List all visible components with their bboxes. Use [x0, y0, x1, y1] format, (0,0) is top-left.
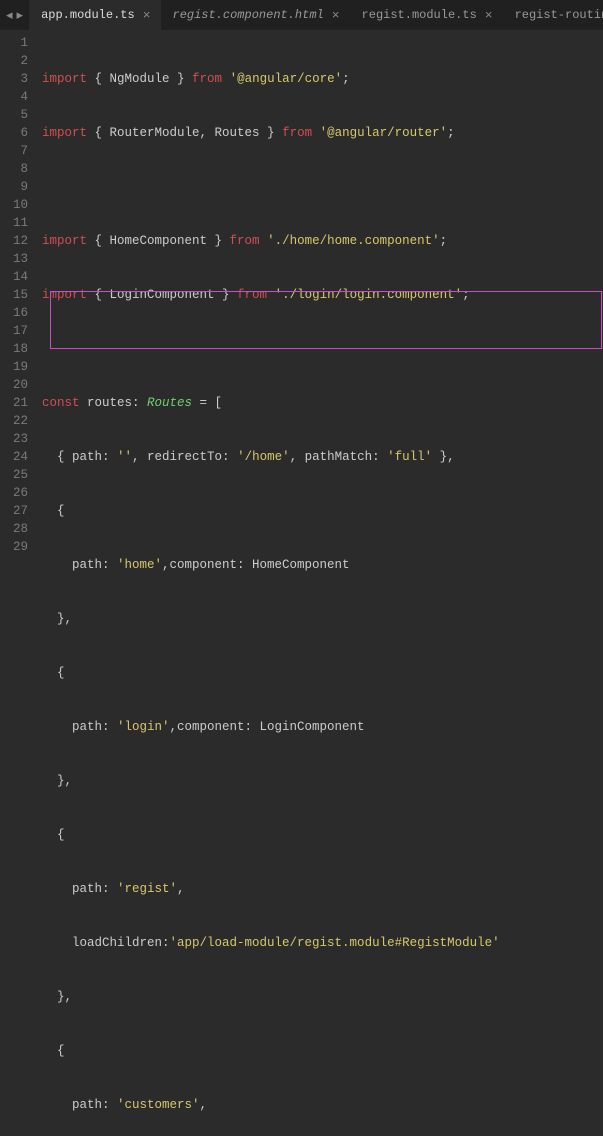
- line-number: 4: [0, 88, 28, 106]
- tab-bar: ◂ ▸ app.module.ts × regist.component.htm…: [0, 0, 603, 30]
- line-number: 6: [0, 124, 28, 142]
- line-number: 26: [0, 484, 28, 502]
- line-number: 1: [0, 34, 28, 52]
- nav-forward-icon[interactable]: ▸: [17, 8, 24, 23]
- tab-regist-routing[interactable]: regist-routing.module.ts: [503, 0, 603, 30]
- tab-regist-component[interactable]: regist.component.html ×: [161, 0, 350, 30]
- line-number: 8: [0, 160, 28, 178]
- close-icon[interactable]: ×: [332, 8, 340, 23]
- line-number: 15: [0, 286, 28, 304]
- line-number: 25: [0, 466, 28, 484]
- nav-arrows: ◂ ▸: [0, 8, 29, 23]
- code-line: const routes: Routes = [: [36, 394, 603, 412]
- line-number: 9: [0, 178, 28, 196]
- code-line: {: [36, 826, 603, 844]
- code-line: [36, 178, 603, 196]
- code-line: import { RouterModule, Routes } from '@a…: [36, 124, 603, 142]
- tab-label: app.module.ts: [41, 8, 135, 22]
- code-line: loadChildren:'app/load-module/regist.mod…: [36, 934, 603, 952]
- code-line: },: [36, 988, 603, 1006]
- code-line: import { NgModule } from '@angular/core'…: [36, 70, 603, 88]
- line-number: 27: [0, 502, 28, 520]
- code-line: import { HomeComponent } from './home/ho…: [36, 232, 603, 250]
- tab-app-module[interactable]: app.module.ts ×: [29, 0, 160, 30]
- tab-label: regist.component.html: [173, 8, 324, 22]
- line-number: 22: [0, 412, 28, 430]
- tabs: app.module.ts × regist.component.html × …: [29, 0, 603, 30]
- code-line: {: [36, 502, 603, 520]
- line-number: 20: [0, 376, 28, 394]
- code-line: [36, 340, 603, 358]
- line-number: 14: [0, 268, 28, 286]
- line-number: 10: [0, 196, 28, 214]
- line-number: 24: [0, 448, 28, 466]
- code-line: path: 'login',component: LoginComponent: [36, 718, 603, 736]
- tab-label: regist-routing.module.ts: [515, 8, 603, 22]
- code-line: {: [36, 1042, 603, 1060]
- line-number: 2: [0, 52, 28, 70]
- tab-regist-module[interactable]: regist.module.ts ×: [350, 0, 503, 30]
- line-number: 19: [0, 358, 28, 376]
- line-number: 18: [0, 340, 28, 358]
- line-number: 7: [0, 142, 28, 160]
- line-number: 12: [0, 232, 28, 250]
- code-line: path: 'regist',: [36, 880, 603, 898]
- code-line: { path: '', redirectTo: '/home', pathMat…: [36, 448, 603, 466]
- line-number: 5: [0, 106, 28, 124]
- code-line: path: 'home',component: HomeComponent: [36, 556, 603, 574]
- close-icon[interactable]: ×: [485, 8, 493, 23]
- code-line: },: [36, 610, 603, 628]
- line-number: 3: [0, 70, 28, 88]
- close-icon[interactable]: ×: [143, 8, 151, 23]
- tab-label: regist.module.ts: [362, 8, 477, 22]
- line-number: 13: [0, 250, 28, 268]
- line-number: 23: [0, 430, 28, 448]
- code-area[interactable]: import { NgModule } from '@angular/core'…: [36, 30, 603, 568]
- line-number: 16: [0, 304, 28, 322]
- line-number: 28: [0, 520, 28, 538]
- line-number: 29: [0, 538, 28, 556]
- code-line: import { LoginComponent } from './login/…: [36, 286, 603, 304]
- code-line: {: [36, 664, 603, 682]
- gutter: 1 2 3 4 5 6 7 8 9 10 11 12 13 14 15 16 1…: [0, 30, 36, 568]
- line-number: 11: [0, 214, 28, 232]
- code-line: path: 'customers',: [36, 1096, 603, 1114]
- nav-back-icon[interactable]: ◂: [6, 8, 13, 23]
- line-number: 17: [0, 322, 28, 340]
- line-number: 21: [0, 394, 28, 412]
- editor[interactable]: 1 2 3 4 5 6 7 8 9 10 11 12 13 14 15 16 1…: [0, 30, 603, 568]
- code-line: },: [36, 772, 603, 790]
